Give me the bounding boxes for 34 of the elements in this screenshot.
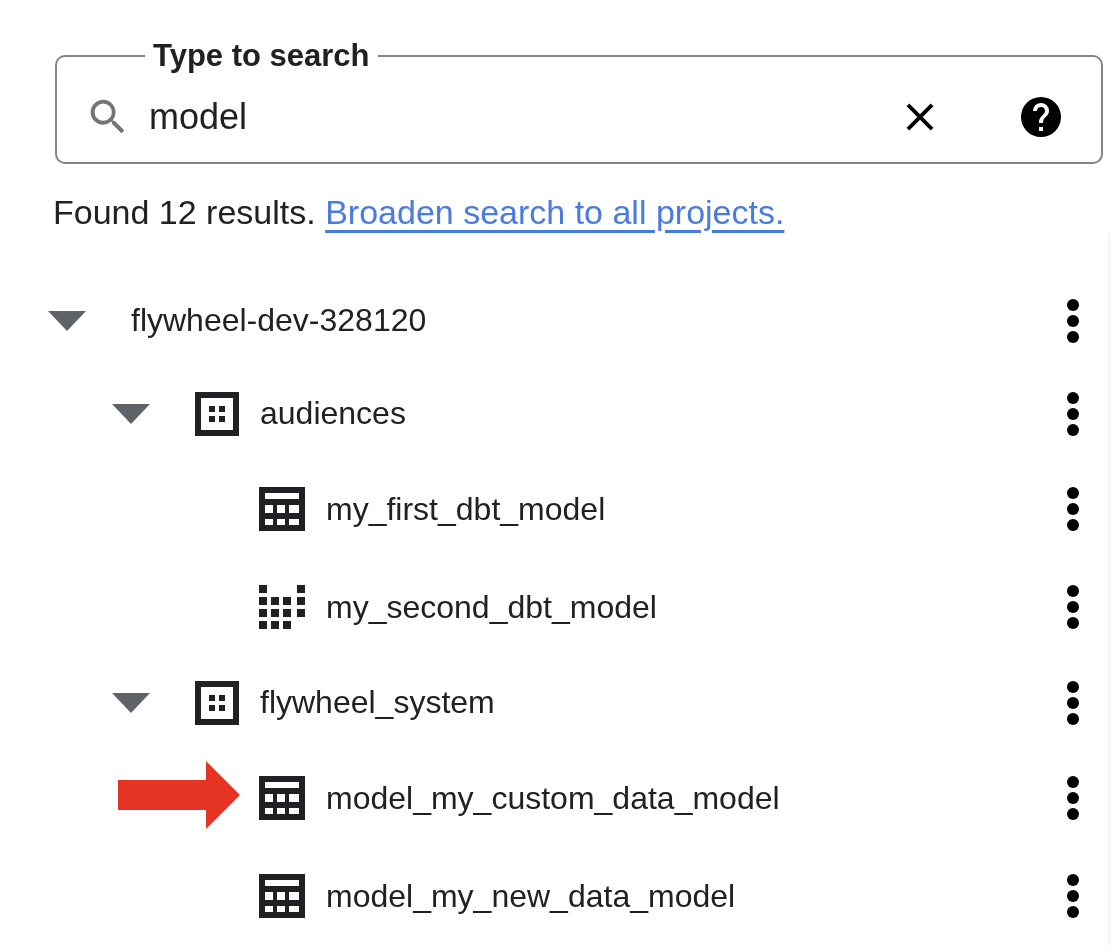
- tree-item[interactable]: my_first_dbt_model: [0, 460, 1108, 558]
- dataset-icon: [195, 680, 239, 725]
- caret-down-icon[interactable]: [112, 692, 150, 713]
- more-options-icon[interactable]: [1066, 584, 1080, 630]
- more-options-icon[interactable]: [1066, 873, 1080, 919]
- item-label: my_second_dbt_model: [326, 588, 658, 626]
- search-input[interactable]: model: [149, 96, 879, 138]
- table-icon: [259, 874, 305, 918]
- item-label: flywheel_system: [260, 684, 496, 721]
- search-label: Type to search: [152, 37, 371, 75]
- tree-item[interactable]: flywheel-dev-328120: [0, 274, 1108, 367]
- more-options-icon[interactable]: [1066, 297, 1080, 344]
- item-label: model_my_custom_data_model: [326, 779, 781, 817]
- caret-down-icon[interactable]: [112, 403, 150, 424]
- tree-item[interactable]: model_my_new_data_model: [0, 847, 1108, 945]
- more-options-icon[interactable]: [1066, 390, 1080, 437]
- table-icon: [259, 776, 305, 820]
- item-label: flywheel-dev-328120: [131, 302, 428, 339]
- view-icon: [259, 585, 305, 629]
- tree-item[interactable]: audiences: [0, 367, 1108, 460]
- more-options-icon[interactable]: [1066, 775, 1080, 821]
- tree-item[interactable]: my_second_dbt_model: [0, 558, 1108, 656]
- item-label: model_my_new_data_model: [326, 877, 737, 915]
- item-label: audiences: [260, 395, 407, 432]
- tree-item[interactable]: flywheel_system: [0, 656, 1108, 749]
- broaden-search-link[interactable]: Broaden search to all projects.: [325, 193, 785, 231]
- more-options-icon[interactable]: [1066, 679, 1080, 726]
- more-options-icon[interactable]: [1066, 486, 1080, 532]
- item-label: my_first_dbt_model: [326, 490, 607, 528]
- caret-down-icon[interactable]: [48, 310, 86, 331]
- tree-item[interactable]: model_my_custom_data_model: [0, 749, 1108, 847]
- results-summary: Found 12 results.: [53, 193, 316, 231]
- table-icon: [259, 487, 305, 531]
- dataset-icon: [195, 391, 239, 436]
